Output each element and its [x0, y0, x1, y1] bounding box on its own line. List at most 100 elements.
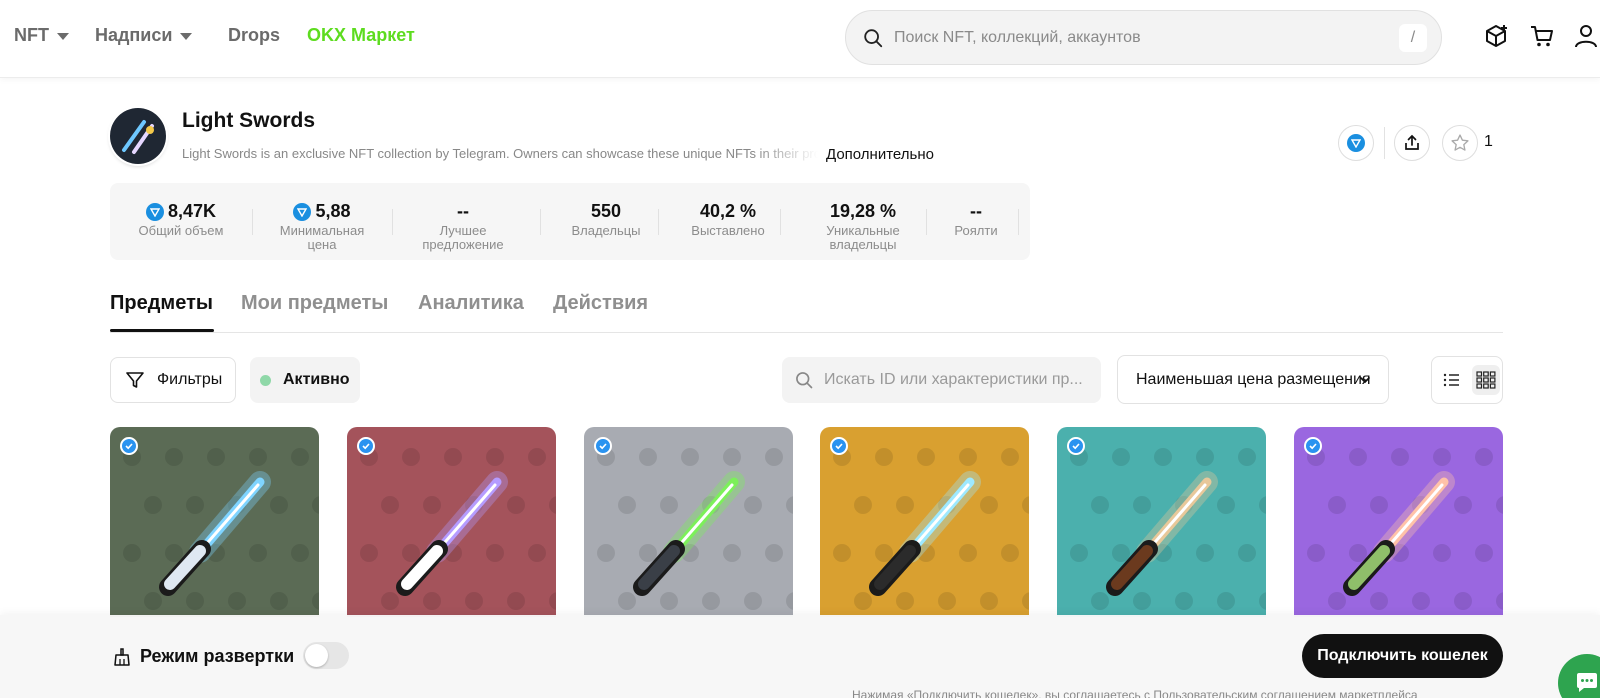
stat-value: 550 [590, 201, 622, 221]
light-sword-art [584, 427, 793, 617]
nft-card[interactable] [1294, 427, 1503, 617]
nav-nft-dropdown[interactable]: NFT [14, 25, 69, 46]
filters-button[interactable]: Фильтры [110, 357, 236, 403]
nav-inscriptions-label: Надписи [95, 25, 173, 45]
stat-value: 8,47K [167, 201, 217, 221]
stat-label: Минимальная цена [279, 223, 365, 252]
search-shortcut-key: / [1399, 24, 1427, 52]
nav-market-label: OKX Маркет [307, 25, 415, 45]
share-button[interactable] [1394, 125, 1430, 161]
collection-stats-panel: 8,47K Общий объем 5,88 Минимальная цена … [110, 183, 1030, 260]
ton-icon [1347, 134, 1365, 152]
active-status-toggle[interactable]: Активно [250, 357, 360, 403]
stat-listed: 40,2 % Выставлено [678, 201, 778, 238]
stat-divider [392, 209, 393, 235]
tab-analytics[interactable]: Аналитика [418, 292, 524, 315]
cart-icon[interactable] [1528, 22, 1556, 50]
stat-divider [926, 209, 927, 235]
nav-okx-market-link[interactable]: OKX Маркет [307, 25, 415, 46]
light-sword-art [1294, 427, 1503, 617]
stat-label: Уникальные владельцы [826, 223, 900, 252]
stat-label: Роялти [954, 223, 998, 238]
chat-bubble-icon [1577, 673, 1597, 692]
filters-label: Фильтры [157, 371, 223, 388]
stat-best-offer: -- Лучшее предложение [412, 201, 514, 252]
stat-value: -- [457, 201, 469, 221]
user-icon[interactable] [1572, 22, 1600, 50]
grid-view-icon [1476, 371, 1496, 389]
caret-down-icon [180, 33, 193, 40]
global-search-input[interactable]: Поиск NFT, коллекций, аккаунтов / [845, 10, 1442, 65]
nft-card[interactable] [347, 427, 556, 617]
search-placeholder: Поиск NFT, коллекций, аккаунтов [894, 28, 1141, 46]
nft-card[interactable] [1057, 427, 1266, 617]
light-sword-art [347, 427, 556, 617]
tabs-divider [110, 332, 1503, 333]
stat-label: Лучшее предложение [422, 223, 504, 252]
more-details-link[interactable]: Дополнительно [826, 146, 934, 163]
nft-card[interactable] [820, 427, 1029, 617]
verified-badge-icon [357, 437, 375, 455]
sweep-mode-label: Режим развертки [140, 646, 295, 666]
collection-avatar [110, 108, 166, 164]
active-label: Активно [283, 371, 350, 388]
header-divider [1384, 127, 1385, 159]
stat-total-volume: 8,47K Общий объем [130, 201, 232, 238]
ton-icon [293, 202, 312, 221]
collection-description: Light Swords is an exclusive NFT collect… [182, 146, 818, 161]
stat-divider [1018, 209, 1019, 235]
star-icon [1451, 134, 1469, 151]
chevron-down-icon [1360, 377, 1370, 384]
list-view-icon[interactable] [1442, 369, 1462, 391]
nft-card[interactable] [584, 427, 793, 617]
status-dot-icon [260, 374, 271, 386]
stat-royalty: -- Роялти [936, 201, 1016, 238]
caret-down-icon [57, 33, 69, 40]
search-icon [864, 28, 883, 47]
light-sword-art [110, 427, 319, 617]
share-icon [1405, 134, 1419, 150]
light-sword-art [1057, 427, 1266, 617]
sort-dropdown[interactable]: Наименьшая цена размещения [1117, 355, 1389, 404]
collection-title: Light Swords [182, 109, 315, 132]
sweep-mode: Режим развертки [112, 646, 294, 667]
nav-drops-label: Drops [228, 25, 281, 45]
filter-icon [126, 372, 144, 388]
tab-activity[interactable]: Действия [553, 292, 648, 315]
verified-badge-icon [830, 437, 848, 455]
stat-floor-price: 5,88 Минимальная цена [272, 201, 372, 252]
light-sword-art [820, 427, 1029, 617]
bottom-action-bar: Режим развертки Подключить кошелек Нажим… [0, 615, 1600, 698]
stat-unique-owners: 19,28 % Уникальные владельцы [800, 201, 926, 252]
stat-value: -- [970, 201, 982, 221]
nav-nft-label: NFT [14, 25, 49, 45]
sweep-mode-toggle[interactable] [303, 642, 349, 669]
stat-divider [540, 209, 541, 235]
sword-avatar-icon [122, 120, 154, 154]
nft-card[interactable] [110, 427, 319, 617]
tab-items[interactable]: Предметы [110, 292, 213, 315]
stat-divider [658, 209, 659, 235]
favorites-count: 1 [1484, 133, 1493, 150]
toggle-knob [305, 644, 328, 667]
ton-chain-button[interactable] [1338, 125, 1374, 161]
stat-value: 19,28 % [829, 201, 897, 221]
stat-divider [780, 209, 781, 235]
tab-my-items[interactable]: Мои предметы [241, 292, 388, 315]
favorite-button[interactable] [1442, 125, 1478, 161]
stat-divider [252, 209, 253, 235]
verified-badge-icon [594, 437, 612, 455]
view-mode-toggle [1431, 356, 1503, 404]
nav-inscriptions-dropdown[interactable]: Надписи [95, 25, 193, 46]
stat-owners: 550 Владельцы [556, 201, 656, 238]
cube-add-icon[interactable] [1483, 22, 1511, 50]
broom-icon [114, 647, 130, 666]
sort-label: Наименьшая цена размещения [1136, 370, 1371, 388]
connect-wallet-button[interactable]: Подключить кошелек [1302, 634, 1503, 678]
item-search-input[interactable]: Искать ID или характеристики пр... [782, 357, 1101, 403]
verified-badge-icon [1067, 437, 1085, 455]
stat-label: Общий объем [138, 223, 224, 238]
grid-view-button[interactable] [1472, 365, 1500, 395]
verified-badge-icon [1304, 437, 1322, 455]
nav-drops-link[interactable]: Drops [228, 25, 280, 46]
